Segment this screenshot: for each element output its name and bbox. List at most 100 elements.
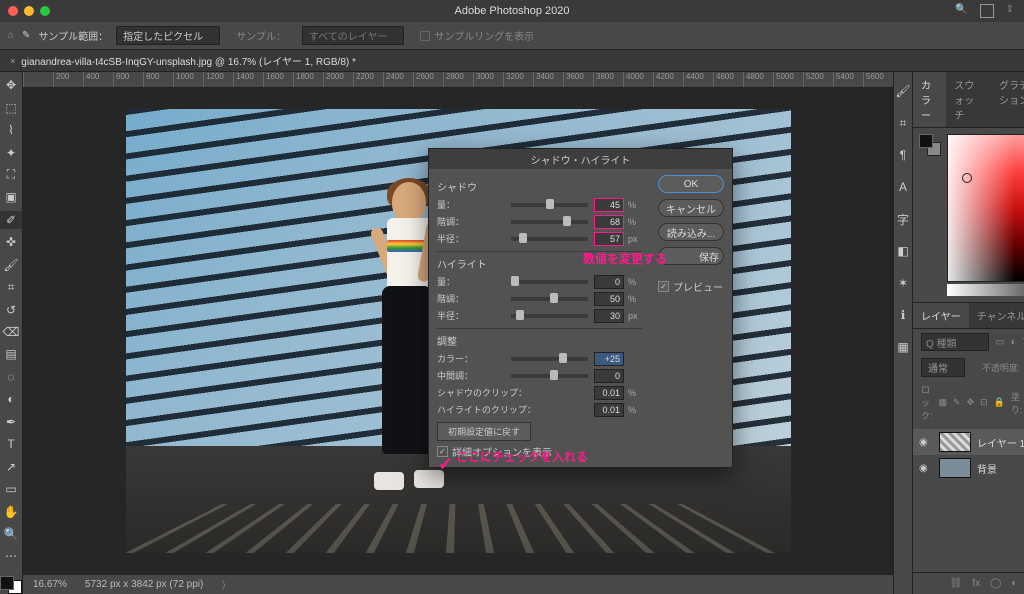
lock-position-icon[interactable]: ✥ <box>967 397 975 408</box>
mask-icon[interactable]: ◯ <box>990 578 1001 589</box>
clone-source-icon[interactable]: ⌗ <box>894 114 912 132</box>
frame-tool[interactable]: ▣ <box>0 188 22 206</box>
path-select-tool[interactable]: ↗ <box>0 457 22 475</box>
history-brush-tool[interactable]: ↺ <box>0 300 22 318</box>
layer-filter-kind[interactable]: Q 種類 <box>921 333 989 351</box>
rectangle-tool[interactable]: ▭ <box>0 480 22 498</box>
fg-bg-swatch[interactable] <box>919 134 941 156</box>
lasso-tool[interactable]: ⌇ <box>0 121 22 139</box>
layer-name[interactable]: レイヤー 1 <box>977 435 1024 450</box>
panel-tab[interactable]: チャンネル <box>969 303 1024 328</box>
panel-tab[interactable]: カラー <box>913 72 946 127</box>
midtone-slider[interactable] <box>511 374 588 378</box>
show-detail-options-checkbox[interactable]: ✓ 詳細オプションを表示 <box>437 444 642 459</box>
adjust-icon[interactable]: ◐ <box>1011 578 1017 589</box>
lock-icon[interactable]: 🔒 <box>994 397 1005 408</box>
dialog-title[interactable]: シャドウ・ハイライト <box>429 149 732 169</box>
sample-layers-select[interactable]: すべてのレイヤー <box>302 26 405 45</box>
type-tool[interactable]: T <box>0 435 22 453</box>
layer-row[interactable]: ◉ レイヤー 1 <box>913 429 1024 455</box>
shadow-radius-input[interactable]: 57 <box>594 232 624 246</box>
eyedropper-tool[interactable]: ✐ <box>0 211 22 229</box>
filter-adjust-icon[interactable]: ◐ <box>1011 337 1017 348</box>
layer-name[interactable]: 背景 <box>977 461 997 476</box>
info-icon[interactable]: ℹ <box>894 306 912 324</box>
styles-icon[interactable]: ✶ <box>894 274 912 292</box>
load-button[interactable]: 読み込み... <box>658 223 724 241</box>
brush-settings-icon[interactable]: 🖌 <box>894 82 912 100</box>
highlight-radius-slider[interactable] <box>511 314 588 318</box>
midtone-input[interactable]: 0 <box>594 369 624 383</box>
panel-tab[interactable]: グラデーション <box>991 72 1024 127</box>
brush-tool[interactable]: 🖌 <box>0 256 22 274</box>
close-window-button[interactable] <box>8 6 18 16</box>
highlight-amount-slider[interactable] <box>511 280 588 284</box>
layer-thumb[interactable] <box>939 458 971 478</box>
filter-image-icon[interactable]: ▭ <box>995 337 1004 348</box>
blur-tool[interactable]: ◌ <box>0 368 22 386</box>
dodge-tool[interactable]: ◐ <box>0 390 22 408</box>
fullscreen-window-button[interactable] <box>40 6 50 16</box>
wand-tool[interactable]: ✦ <box>0 143 22 161</box>
ok-button[interactable]: OK <box>658 175 724 193</box>
pen-tool[interactable]: ✒ <box>0 413 22 431</box>
paragraph-icon[interactable]: ¶ <box>894 146 912 164</box>
save-button[interactable]: 保存 <box>658 247 724 265</box>
swatches-icon[interactable]: ◧ <box>894 242 912 260</box>
cancel-button[interactable]: キャンセル <box>658 199 724 217</box>
shadows-highlights-dialog[interactable]: シャドウ・ハイライト シャドウ 量：45% 階調：68% 半径：57px ハイラ… <box>428 148 733 468</box>
layer-thumb[interactable] <box>939 432 971 452</box>
panel-tab[interactable]: スウォッチ <box>946 72 991 127</box>
show-sampling-ring-checkbox[interactable]: サンプルリングを表示 <box>412 26 542 45</box>
color-spectrum[interactable] <box>947 134 1024 282</box>
hand-tool[interactable]: ✋ <box>0 502 22 520</box>
move-tool[interactable]: ✥ <box>0 76 22 94</box>
lock-all-icon[interactable]: ▦ <box>939 397 948 408</box>
visibility-eye-icon[interactable]: ◉ <box>919 463 933 474</box>
workspace-icon[interactable] <box>980 4 994 18</box>
minimize-window-button[interactable] <box>24 6 34 16</box>
spot-heal-tool[interactable]: ✜ <box>0 233 22 251</box>
share-icon[interactable]: ⇪ <box>1006 4 1014 18</box>
status-chevron-icon[interactable]: 〉 <box>221 577 231 592</box>
link-icon[interactable]: ⛓ <box>950 578 963 589</box>
highlight-clip-input[interactable]: 0.01 <box>594 403 624 417</box>
fx-icon[interactable]: fx <box>972 578 980 589</box>
nav-icon[interactable]: ▦ <box>894 338 912 356</box>
blend-mode-select[interactable]: 通常 <box>921 358 965 377</box>
shadow-clip-input[interactable]: 0.01 <box>594 386 624 400</box>
bw-bar[interactable] <box>947 284 1024 296</box>
highlight-tone-input[interactable]: 50 <box>594 292 624 306</box>
reset-defaults-button[interactable]: 初期設定値に戻す <box>437 422 531 441</box>
shadow-tone-slider[interactable] <box>511 220 588 224</box>
color-input[interactable]: +25 <box>594 352 624 366</box>
close-tab-icon[interactable]: × <box>10 56 15 66</box>
marquee-tool[interactable]: ⬚ <box>0 98 22 116</box>
highlight-tone-slider[interactable] <box>511 297 588 301</box>
panel-tab[interactable]: レイヤー <box>913 303 969 328</box>
shadow-amount-input[interactable]: 45 <box>594 198 624 212</box>
eraser-tool[interactable]: ⌫ <box>0 323 22 341</box>
zoom-tool[interactable]: 🔍 <box>0 525 22 543</box>
document-tab[interactable]: × gianandrea-villa-t4cSB-InqGY-unsplash.… <box>0 53 366 68</box>
gradient-tool[interactable]: ▤ <box>0 345 22 363</box>
home-icon[interactable]: ⌂ <box>8 30 14 41</box>
fg-bg-colors[interactable] <box>0 576 22 594</box>
edit-toolbar-tool[interactable]: ⋯ <box>0 547 22 565</box>
glyphs-icon[interactable]: 字 <box>894 210 912 228</box>
shadow-radius-slider[interactable] <box>511 237 588 241</box>
color-slider[interactable] <box>511 357 588 361</box>
visibility-eye-icon[interactable]: ◉ <box>919 437 933 448</box>
crop-tool[interactable]: ⛶ <box>0 166 22 184</box>
highlight-radius-input[interactable]: 30 <box>594 309 624 323</box>
char-icon[interactable]: A <box>894 178 912 196</box>
lock-pixels-icon[interactable]: ✎ <box>953 397 961 408</box>
shadow-tone-input[interactable]: 68 <box>594 215 624 229</box>
layer-row[interactable]: ◉ 背景 🔒 <box>913 455 1024 481</box>
zoom-level[interactable]: 16.67% <box>33 579 67 590</box>
lock-artboard-icon[interactable]: ⊡ <box>980 397 988 408</box>
shadow-amount-slider[interactable] <box>511 203 588 207</box>
clone-tool[interactable]: ⌗ <box>0 278 22 296</box>
preview-checkbox[interactable]: ✓プレビュー <box>658 279 724 294</box>
sample-size-select[interactable]: 指定したピクセル <box>116 26 220 45</box>
